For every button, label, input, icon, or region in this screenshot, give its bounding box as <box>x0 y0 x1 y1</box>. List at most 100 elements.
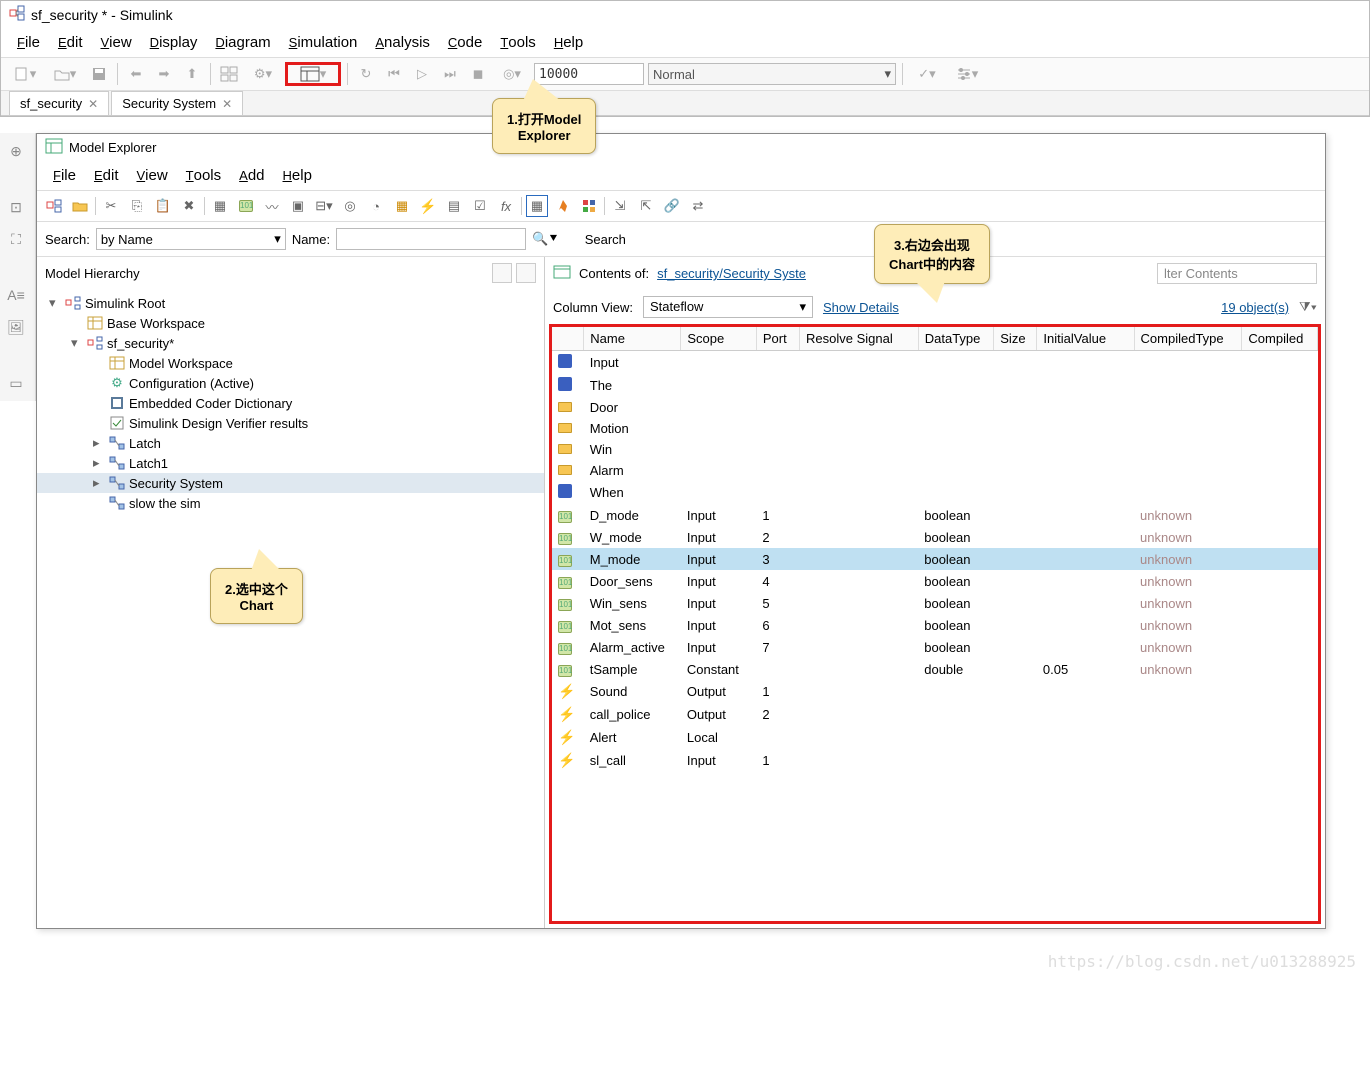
col-icon[interactable] <box>552 327 584 351</box>
me-menu-help[interactable]: Help <box>275 163 320 188</box>
search-button[interactable]: Search <box>585 232 626 247</box>
check-icon[interactable]: ☑ <box>469 195 491 217</box>
tree-item-embedded-coder-dictionary[interactable]: Embedded Coder Dictionary <box>37 393 544 413</box>
search-icon[interactable]: 🔍⯆ <box>532 231 559 247</box>
grid-icon[interactable]: ▦ <box>526 195 548 217</box>
menu-tools[interactable]: Tools <box>492 30 543 55</box>
col-port[interactable]: Port <box>756 327 799 351</box>
tab-security-system[interactable]: Security System✕ <box>111 91 243 115</box>
forward-button[interactable]: ➡ <box>152 62 176 86</box>
tree-item-simulink-design-verifier-results[interactable]: Simulink Design Verifier results <box>37 413 544 433</box>
link-panel-icon[interactable] <box>516 263 536 283</box>
new-model-icon[interactable] <box>43 195 65 217</box>
tree-item-model-workspace[interactable]: Model Workspace <box>37 353 544 373</box>
image-icon[interactable]: 🖼 <box>4 315 28 339</box>
cut-icon[interactable]: ✂ <box>100 195 122 217</box>
menu-simulation[interactable]: Simulation <box>281 30 366 55</box>
add-data-icon[interactable]: 101 <box>235 195 257 217</box>
table-row[interactable]: Input <box>552 351 1318 375</box>
table-row[interactable]: 101tSampleConstantdouble0.05unknown <box>552 658 1318 680</box>
new-button[interactable]: ▾ <box>7 62 43 86</box>
table-row[interactable]: Motion <box>552 418 1318 439</box>
run-button[interactable]: ▷ <box>410 62 434 86</box>
delete-icon[interactable]: ✖ <box>178 195 200 217</box>
config-button[interactable]: ⚙▾ <box>245 62 281 86</box>
event-icon[interactable]: ⚡ <box>417 195 439 217</box>
table-row[interactable]: Alarm <box>552 460 1318 481</box>
col-resolve-signal[interactable]: Resolve Signal <box>800 327 919 351</box>
table-row[interactable]: ⚡sl_callInput1 <box>552 749 1318 772</box>
annotate-icon[interactable]: A≡ <box>4 283 28 307</box>
sim-mode-select[interactable]: Normal▾ <box>648 63 896 85</box>
tree-item-simulink-root[interactable]: ▾Simulink Root <box>37 293 544 313</box>
blank-icon[interactable]: ▭ <box>4 371 28 395</box>
table-row[interactable]: 101W_modeInput2booleanunknown <box>552 526 1318 548</box>
me-menu-view[interactable]: View <box>128 163 175 188</box>
col-name[interactable]: Name <box>584 327 681 351</box>
fit-icon[interactable]: ⛶ <box>4 227 28 251</box>
menu-diagram[interactable]: Diagram <box>207 30 278 55</box>
contents-path[interactable]: sf_security/Security Syste <box>657 266 806 281</box>
zoom-area-icon[interactable]: ⊡ <box>4 195 28 219</box>
link-icon[interactable]: 🔗 <box>661 195 683 217</box>
collapse-icon[interactable] <box>492 263 512 283</box>
table-row[interactable]: 101Mot_sensInput6booleanunknown <box>552 614 1318 636</box>
menu-analysis[interactable]: Analysis <box>367 30 438 55</box>
stop-button[interactable]: ◼ <box>466 62 490 86</box>
zoom-in-icon[interactable]: ⊕ <box>4 139 28 163</box>
tree-item-security-system[interactable]: ▸Security System <box>37 473 544 493</box>
tree-caret-icon[interactable]: ▸ <box>93 475 105 491</box>
filter-icon[interactable]: ⧩▾ <box>1299 299 1317 315</box>
var-icon[interactable]: ▦ <box>391 195 413 217</box>
tree-item-latch1[interactable]: ▸Latch1 <box>37 453 544 473</box>
tree-item-slow-the-sim[interactable]: slow the sim <box>37 493 544 513</box>
table-row[interactable]: The <box>552 374 1318 397</box>
menu-edit[interactable]: Edit <box>50 30 91 55</box>
step-back-button[interactable]: ⏮ <box>382 62 406 86</box>
table-row[interactable]: 101Win_sensInput5booleanunknown <box>552 592 1318 614</box>
menu-view[interactable]: View <box>92 30 139 55</box>
signal-icon[interactable]: 〰 <box>261 195 283 217</box>
target-icon[interactable]: ◎ <box>339 195 361 217</box>
tree-item-latch[interactable]: ▸Latch <box>37 433 544 453</box>
table-row[interactable]: Door <box>552 397 1318 418</box>
col-size[interactable]: Size <box>994 327 1037 351</box>
search-mode-select[interactable]: by Name▾ <box>96 228 286 250</box>
step-forward-button[interactable]: ⏭ <box>438 62 462 86</box>
paste-icon[interactable]: 📋 <box>152 195 174 217</box>
import-icon[interactable]: ⇲ <box>609 195 631 217</box>
tree-caret-icon[interactable]: ▸ <box>93 435 105 451</box>
close-icon[interactable]: ✕ <box>88 97 98 111</box>
menu-file[interactable]: File <box>9 30 48 55</box>
blocks-icon[interactable] <box>578 195 600 217</box>
table-row[interactable]: ⚡call_policeOutput2 <box>552 703 1318 726</box>
table-row[interactable]: 101M_modeInput3booleanunknown <box>552 548 1318 570</box>
me-menu-add[interactable]: Add <box>231 163 272 188</box>
fx-icon[interactable]: fx <box>495 195 517 217</box>
bus-icon[interactable]: ⊟▾ <box>313 195 335 217</box>
table-row[interactable]: 101D_modeInput1booleanunknown <box>552 504 1318 526</box>
me-menu-file[interactable]: File <box>45 163 84 188</box>
contents-table[interactable]: NameScopePortResolve SignalDataTypeSizeI… <box>552 327 1318 772</box>
subsys-icon[interactable]: ▣ <box>287 195 309 217</box>
open-icon[interactable] <box>69 195 91 217</box>
hierarchy-tree[interactable]: ▾Simulink RootBase Workspace▾sf_security… <box>37 289 544 517</box>
col-compiledtype[interactable]: CompiledType <box>1134 327 1242 351</box>
sync-icon[interactable]: ⇄ <box>687 195 709 217</box>
doc-icon[interactable]: ▤ <box>443 195 465 217</box>
save-button[interactable] <box>87 62 111 86</box>
table-row[interactable]: 101Alarm_activeInput7booleanunknown <box>552 636 1318 658</box>
close-icon[interactable]: ✕ <box>222 97 232 111</box>
table-row[interactable]: ⚡AlertLocal <box>552 726 1318 749</box>
table-row[interactable]: ⚡SoundOutput1 <box>552 680 1318 703</box>
tree-caret-icon[interactable]: ▸ <box>93 455 105 471</box>
objects-count[interactable]: 19 object(s) <box>1221 300 1289 315</box>
col-compiled[interactable]: Compiled <box>1242 327 1318 351</box>
library-browser-button[interactable] <box>217 62 241 86</box>
column-view-select[interactable]: Stateflow▾ <box>643 296 813 318</box>
tune-button[interactable]: ▾ <box>949 62 985 86</box>
export-icon[interactable]: ⇱ <box>635 195 657 217</box>
tree-caret-icon[interactable]: ▾ <box>71 335 83 351</box>
check-button[interactable]: ✓▾ <box>909 62 945 86</box>
open-button[interactable]: ▾ <box>47 62 83 86</box>
